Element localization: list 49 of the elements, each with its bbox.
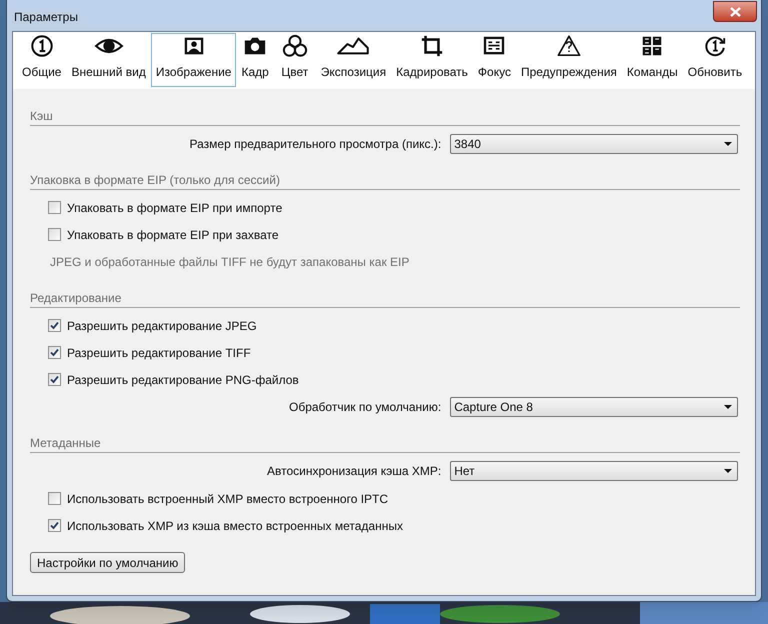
checkbox[interactable]: [48, 492, 61, 505]
checkbox[interactable]: [48, 373, 61, 386]
checkbox-label: Упаковать в формате EIP при импорте: [67, 200, 282, 216]
field-label: Автосинхронизация кэша XMP:: [266, 463, 442, 480]
checkbox[interactable]: [48, 228, 61, 241]
dropdown[interactable]: Нет: [450, 461, 738, 481]
field-label: Обработчик по умолчанию:: [288, 399, 442, 416]
checkbox-label: Использовать XMP из кэша вместо встроенных метаданных: [67, 518, 403, 534]
checkbox-label: Разрешить редактирование JPEG: [67, 318, 257, 334]
checkbox-label: Разрешить редактирование TIFF: [67, 344, 251, 362]
checkbox-label: Упаковать в формате EIP при захвате: [67, 226, 279, 244]
toolbar-tab[interactable]: Изображение: [150, 33, 236, 87]
warning-icon: [556, 34, 582, 58]
checkbox[interactable]: [48, 346, 61, 359]
dropdown[interactable]: Capture One 8: [450, 397, 738, 417]
toolbar-tab[interactable]: Команды: [622, 33, 683, 87]
close-button[interactable]: [713, 1, 757, 22]
toolbar-tab[interactable]: Обновить: [682, 33, 748, 87]
caret-icon: [724, 405, 732, 409]
dropdown[interactable]: 3840: [450, 134, 738, 154]
check-icon: [50, 521, 59, 530]
caret-icon: [724, 469, 732, 473]
toolbar-tab[interactable]: Общие: [17, 33, 66, 87]
checkbox[interactable]: [48, 201, 61, 214]
check-icon: [50, 348, 59, 357]
toolbar-tab[interactable]: Цвет: [274, 33, 316, 87]
window-title: Параметры: [14, 9, 78, 26]
toolbar-tab[interactable]: Кадрировать: [391, 33, 473, 87]
field-label: Размер предварительного просмотра (пикс.):: [188, 136, 442, 153]
checkbox[interactable]: [48, 519, 61, 532]
check-icon: [50, 375, 59, 384]
toolbar-tab[interactable]: Предупреждения: [516, 33, 622, 87]
section-header: Метаданные: [30, 435, 102, 452]
close-icon: [730, 6, 740, 16]
checkbox-label: Использовать встроенный XMP вместо встроенного IPTC: [67, 490, 388, 508]
section-header: Кэш: [30, 108, 54, 125]
caret-icon: [724, 142, 732, 146]
toolbar-tab[interactable]: Внешний вид: [66, 33, 151, 87]
checkbox-label: Разрешить редактирование PNG-файлов: [67, 372, 299, 388]
toolbar-tab[interactable]: Фокус: [472, 33, 516, 87]
checkbox[interactable]: [48, 319, 61, 332]
section-header: Редактирование: [30, 290, 122, 307]
check-icon: [50, 321, 59, 330]
toolbar-tab[interactable]: Экспозиция: [316, 33, 392, 87]
section-header: Упаковка в формате EIP (только для сессий): [30, 172, 281, 189]
toolbar-tab[interactable]: Кадр: [236, 33, 274, 87]
note-text: JPEG и обработанные файлы TIFF не будут запакованы как EIP: [50, 254, 410, 271]
circled-one-icon: [28, 34, 55, 58]
defaults-button[interactable]: Настройки по умолчанию: [30, 552, 186, 573]
